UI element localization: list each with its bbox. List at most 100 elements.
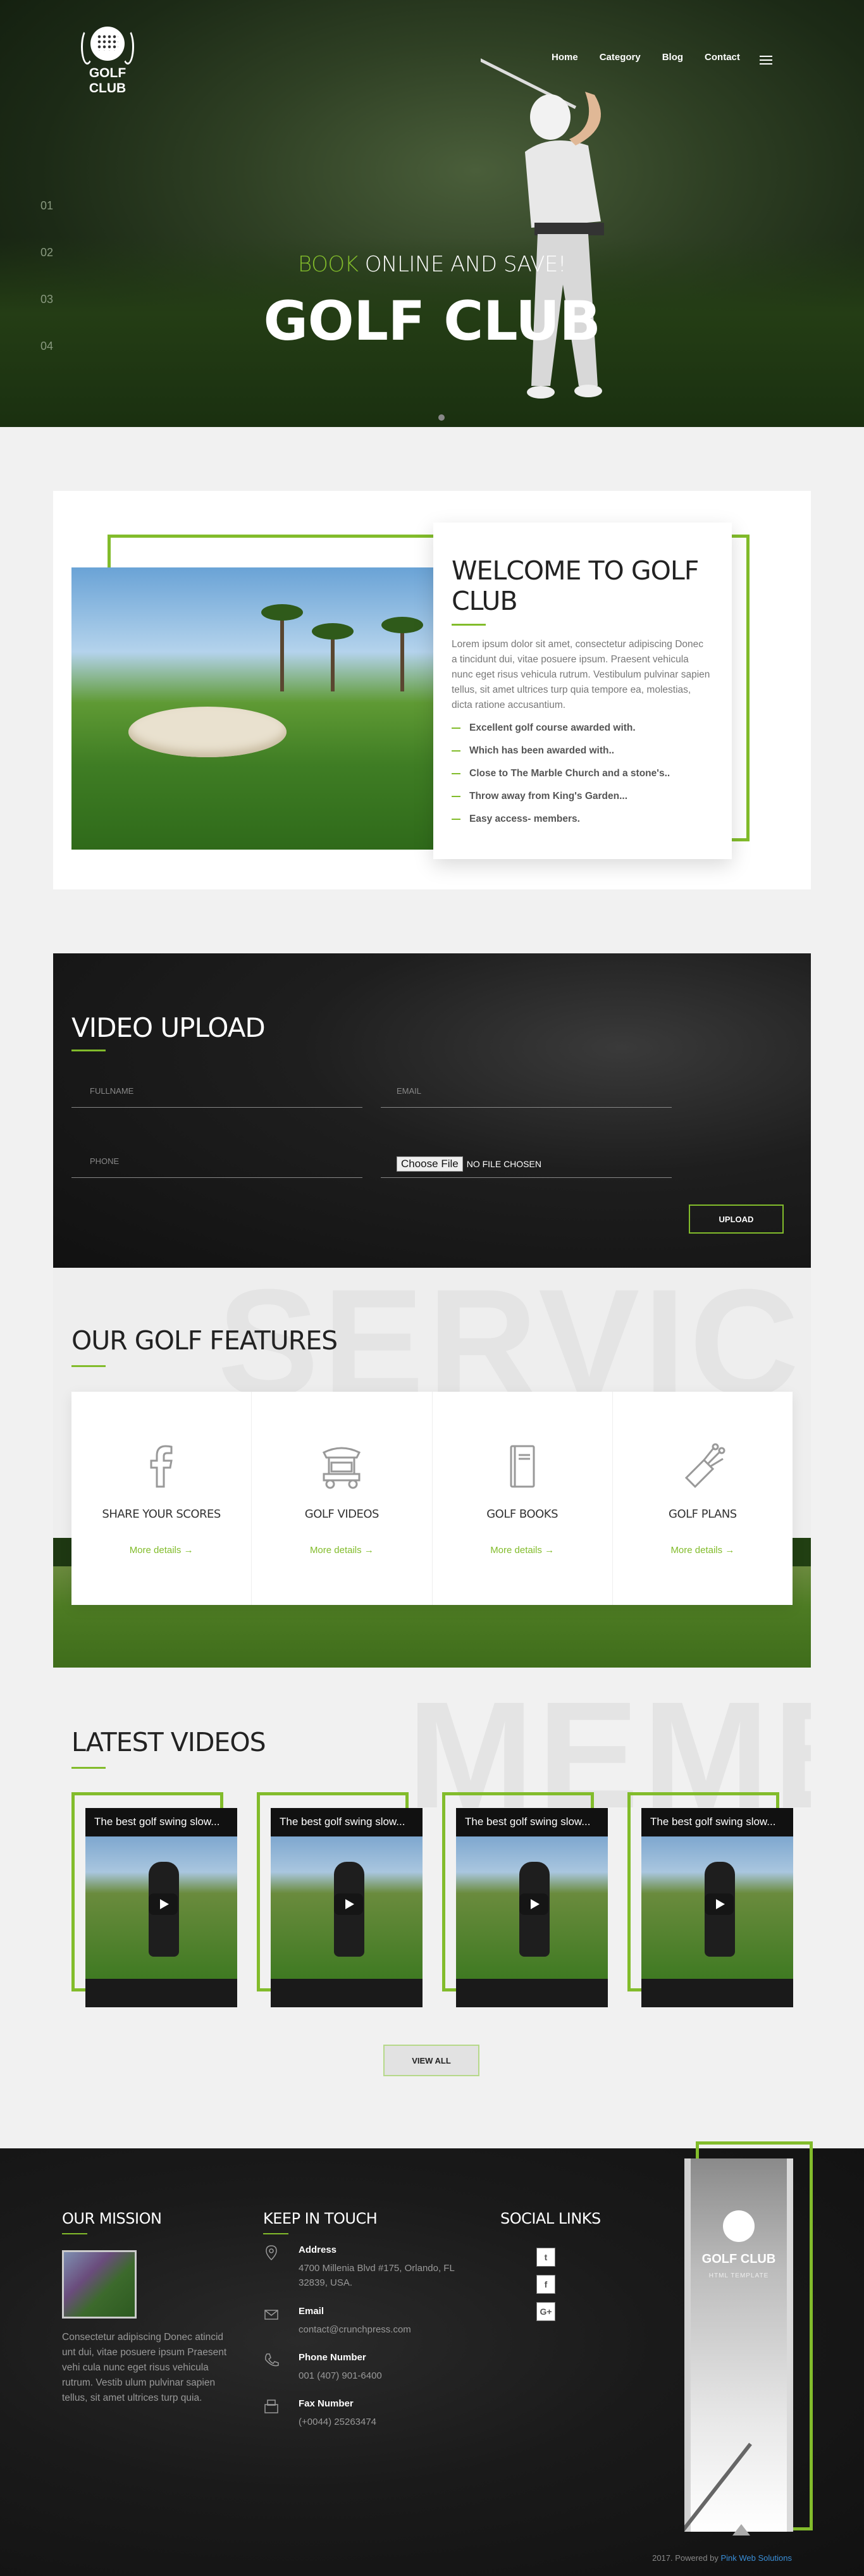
features-title: OUR GOLF FEATURES xyxy=(71,1325,338,1356)
more-details-link[interactable]: More details → xyxy=(613,1545,793,1556)
video-thumbnail xyxy=(85,1836,237,1979)
feature-title: GOLF BOOKS xyxy=(486,1508,559,1521)
view-all-button[interactable]: VIEW ALL xyxy=(383,2045,479,2076)
welcome-body: Lorem ipsum dolor sit amet, consectetur … xyxy=(452,639,710,710)
video-player[interactable]: The best golf swing slow... xyxy=(85,1808,237,2007)
phone-field[interactable]: PHONE xyxy=(71,1150,362,1178)
hero-subtitle-accent: BOOK xyxy=(297,252,359,277)
welcome-list: Excellent golf course awarded with. Whic… xyxy=(452,717,710,831)
fax-icon xyxy=(264,2400,278,2413)
upload-title: VIDEO UPLOAD xyxy=(71,1012,266,1043)
contact-title: KEEP IN TOUCH xyxy=(263,2210,378,2227)
golf-ball-icon xyxy=(90,27,125,61)
more-details-link[interactable]: More details → xyxy=(71,1545,251,1556)
fullname-field[interactable]: FULLNAME xyxy=(71,1080,362,1108)
golf-course-photo xyxy=(71,567,433,850)
choose-file-button[interactable]: Choose File xyxy=(397,1156,463,1172)
list-item: Close to The Marble Church and a stone's… xyxy=(452,762,710,785)
carousel-dot[interactable] xyxy=(438,414,445,421)
banner-logo-text: GOLF CLUB xyxy=(701,2252,776,2266)
video-upload-section: VIDEO UPLOAD FULLNAME EMAIL PHONE Choose… xyxy=(53,953,811,1268)
golf-bag-icon xyxy=(684,1443,725,1489)
contact-value: 4700 Millenia Blvd #175, Orlando, FL 328… xyxy=(299,2263,455,2288)
welcome-text-card: WELCOME TO GOLF CLUB Lorem ipsum dolor s… xyxy=(433,523,732,859)
more-details-label: More details xyxy=(129,1545,182,1556)
hero-section: GOLF CLUB Home Category Blog Contact 01 … xyxy=(0,0,864,427)
phone-icon xyxy=(265,2353,279,2367)
social-title: SOCIAL LINKS xyxy=(500,2210,601,2227)
play-icon[interactable] xyxy=(149,1893,178,1915)
nav-category[interactable]: Category xyxy=(600,52,641,63)
video-caption: The best golf swing slow... xyxy=(85,1808,237,1836)
play-icon[interactable] xyxy=(705,1893,734,1915)
arrow-right-icon: → xyxy=(545,1545,555,1556)
site-logo[interactable]: GOLF CLUB xyxy=(70,27,145,96)
contact-label: Phone Number xyxy=(299,2352,366,2363)
video-player[interactable]: The best golf swing slow... xyxy=(456,1808,608,2007)
video-player[interactable]: The best golf swing slow... xyxy=(271,1808,423,2007)
facebook-icon xyxy=(150,1445,173,1488)
contact-label: Address xyxy=(299,2245,337,2255)
nav-home[interactable]: Home xyxy=(552,52,578,63)
golf-ball-icon xyxy=(723,2210,755,2242)
title-underline xyxy=(452,624,486,626)
more-details-label: More details xyxy=(670,1545,723,1556)
more-details-label: More details xyxy=(309,1545,362,1556)
nav-blog[interactable]: Blog xyxy=(662,52,683,63)
arrow-right-icon: → xyxy=(183,1545,194,1556)
hero-title: GOLF CLUB xyxy=(263,290,601,353)
contact-value: (+0044) 25263474 xyxy=(299,2417,377,2427)
copyright-link[interactable]: Pink Web Solutions xyxy=(721,2553,793,2563)
hero-subtitle: BOOK ONLINE AND SAVE! xyxy=(0,252,864,277)
feature-card: GOLF PLANS More details → xyxy=(613,1392,793,1605)
video-card[interactable]: The best golf swing slow... xyxy=(442,1792,613,2007)
video-card[interactable]: The best golf swing slow... xyxy=(257,1792,428,2007)
video-caption: The best golf swing slow... xyxy=(271,1808,423,1836)
list-item: Excellent golf course awarded with. xyxy=(452,717,710,740)
video-thumbnail xyxy=(456,1836,608,1979)
more-details-link[interactable]: More details → xyxy=(252,1545,431,1556)
title-underline xyxy=(263,2233,288,2234)
twitter-icon[interactable]: t xyxy=(536,2248,555,2267)
file-status: NO FILE CHOSEN xyxy=(466,1159,541,1169)
contact-value[interactable]: contact@crunchpress.com xyxy=(299,2322,482,2337)
list-item: Which has been awarded with.. xyxy=(452,740,710,762)
title-underline xyxy=(71,1365,106,1367)
sand-bunker xyxy=(128,707,287,757)
book-icon xyxy=(510,1445,535,1488)
hero-subtitle-rest: ONLINE AND SAVE! xyxy=(358,252,567,277)
email-field[interactable]: EMAIL xyxy=(381,1080,672,1108)
video-card[interactable]: The best golf swing slow... xyxy=(71,1792,242,2007)
palm-tree xyxy=(312,623,354,691)
scroll-top-icon[interactable] xyxy=(732,2524,750,2536)
list-item: Easy access- members. xyxy=(452,808,710,831)
video-caption: The best golf swing slow... xyxy=(641,1808,793,1836)
hamburger-menu-icon[interactable] xyxy=(760,56,772,65)
feature-card: SHARE YOUR SCORES More details → xyxy=(71,1392,252,1605)
play-icon[interactable] xyxy=(519,1893,548,1915)
title-underline xyxy=(71,1050,106,1051)
main-nav: Home Category Blog Contact xyxy=(552,52,740,63)
google-plus-icon[interactable]: G+ xyxy=(536,2302,555,2321)
upload-button[interactable]: UPLOAD xyxy=(689,1204,784,1234)
banner-subtext: HTML TEMPLATE xyxy=(708,2272,769,2279)
play-icon[interactable] xyxy=(334,1893,363,1915)
feature-card: GOLF BOOKS More details → xyxy=(433,1392,613,1605)
file-field: Choose File NO FILE CHOSEN xyxy=(381,1150,672,1178)
video-card[interactable]: The best golf swing slow... xyxy=(627,1792,798,2007)
video-player[interactable]: The best golf swing slow... xyxy=(641,1808,793,2007)
features-row: SHARE YOUR SCORES More details → GOLF VI… xyxy=(71,1392,793,1605)
more-details-link[interactable]: More details → xyxy=(433,1545,612,1556)
slide-number[interactable]: 01 xyxy=(40,199,53,246)
feature-title: SHARE YOUR SCORES xyxy=(102,1508,221,1521)
logo-text: GOLF CLUB xyxy=(89,66,127,96)
video-thumbnail xyxy=(641,1836,793,1979)
mission-title: OUR MISSION xyxy=(62,2210,162,2227)
title-underline xyxy=(71,1767,106,1769)
nav-contact[interactable]: Contact xyxy=(705,52,740,63)
palm-tree xyxy=(381,617,423,691)
facebook-icon[interactable]: f xyxy=(536,2275,555,2294)
welcome-title: WELCOME TO GOLF CLUB xyxy=(452,555,699,616)
mission-text: Consectetur adipiscing Donec atincid unt… xyxy=(62,2332,227,2403)
hero-golfer-image xyxy=(481,58,604,399)
